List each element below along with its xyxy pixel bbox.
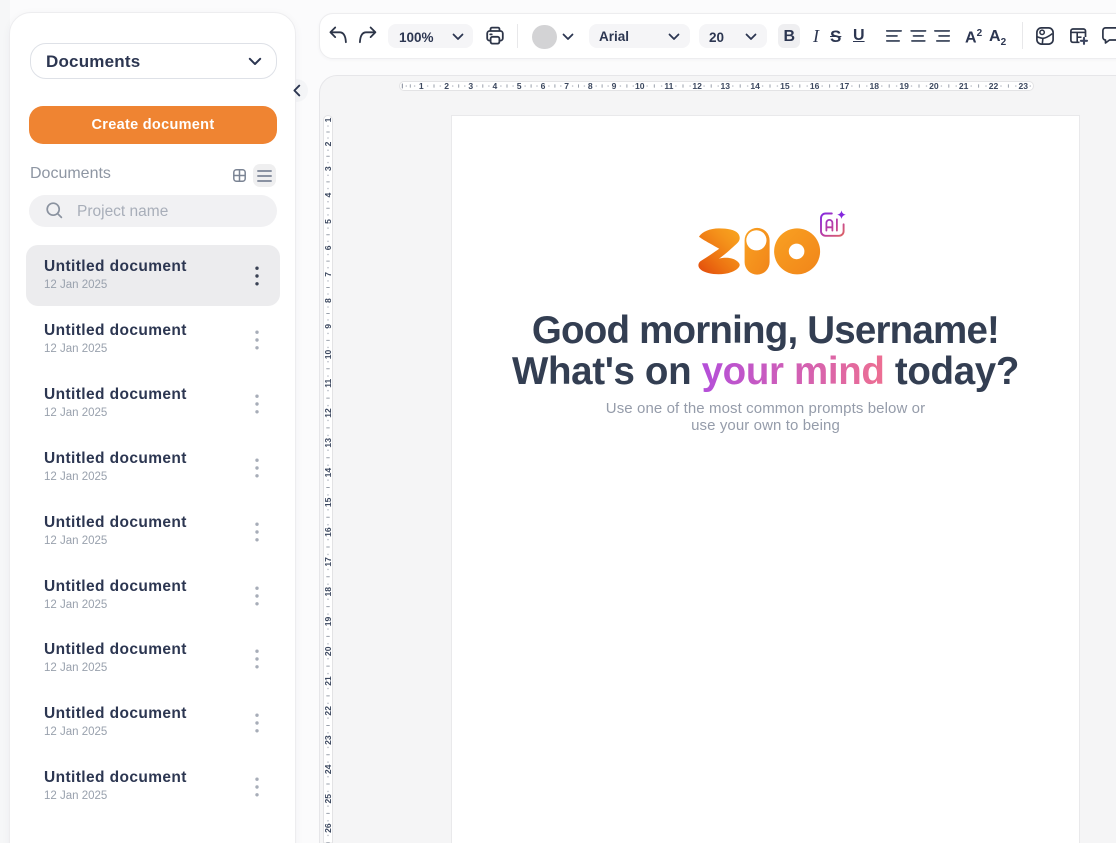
svg-text:8: 8: [323, 298, 333, 303]
svg-text:21: 21: [323, 676, 333, 686]
svg-text:2: 2: [323, 141, 333, 146]
svg-text:11: 11: [664, 81, 673, 91]
svg-text:18: 18: [323, 587, 333, 597]
svg-text:16: 16: [323, 527, 333, 537]
svg-text:19: 19: [323, 617, 333, 627]
svg-text:2: 2: [444, 81, 449, 91]
svg-text:22: 22: [323, 706, 333, 716]
svg-text:3: 3: [323, 166, 333, 171]
svg-text:11: 11: [323, 378, 333, 387]
svg-text:1: 1: [323, 117, 333, 122]
svg-text:6: 6: [323, 245, 333, 250]
svg-text:10: 10: [635, 81, 645, 91]
svg-text:21: 21: [959, 81, 969, 91]
svg-text:12: 12: [692, 81, 702, 91]
svg-text:15: 15: [780, 81, 790, 91]
svg-text:16: 16: [810, 81, 820, 91]
svg-text:17: 17: [323, 557, 333, 567]
svg-text:18: 18: [870, 81, 880, 91]
svg-text:7: 7: [564, 81, 569, 91]
svg-text:17: 17: [840, 81, 850, 91]
svg-text:19: 19: [899, 81, 909, 91]
svg-text:20: 20: [323, 646, 333, 656]
svg-text:24: 24: [323, 764, 333, 774]
svg-text:12: 12: [323, 408, 333, 418]
svg-text:3: 3: [468, 81, 473, 91]
svg-text:5: 5: [323, 219, 333, 224]
svg-text:4: 4: [323, 192, 333, 197]
svg-text:6: 6: [541, 81, 546, 91]
svg-text:14: 14: [750, 81, 760, 91]
svg-text:26: 26: [323, 823, 333, 833]
svg-text:13: 13: [721, 81, 731, 91]
svg-text:23: 23: [1019, 81, 1029, 91]
svg-text:20: 20: [929, 81, 939, 91]
svg-text:25: 25: [323, 794, 333, 804]
svg-text:9: 9: [323, 324, 333, 329]
svg-text:14: 14: [323, 468, 333, 478]
svg-text:7: 7: [323, 272, 333, 277]
svg-text:4: 4: [493, 81, 498, 91]
svg-text:5: 5: [517, 81, 522, 91]
svg-text:9: 9: [612, 81, 617, 91]
svg-text:1: 1: [419, 81, 424, 91]
svg-text:23: 23: [323, 735, 333, 745]
svg-text:8: 8: [588, 81, 593, 91]
svg-text:10: 10: [323, 350, 333, 360]
svg-text:13: 13: [323, 438, 333, 448]
svg-text:22: 22: [989, 81, 999, 91]
svg-text:15: 15: [323, 497, 333, 507]
